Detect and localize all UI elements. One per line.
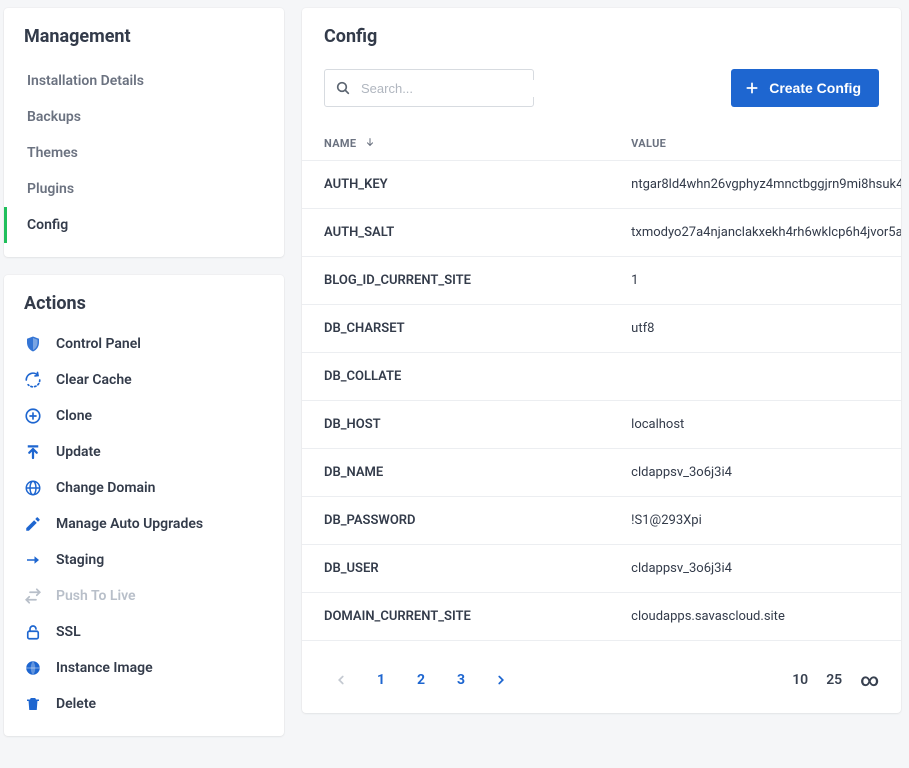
action-change-domain[interactable]: Change Domain (4, 470, 284, 506)
table-row[interactable]: DB_CHARSETutf8 (302, 305, 901, 353)
page-size-10[interactable]: 10 (792, 672, 808, 688)
cell-name: DB_PASSWORD (302, 497, 609, 545)
page-size-25[interactable]: 25 (826, 672, 842, 688)
action-control-panel[interactable]: Control Panel (4, 326, 284, 362)
action-instance-image[interactable]: Instance Image (4, 650, 284, 686)
action-clone[interactable]: Clone (4, 398, 284, 434)
table-scroll[interactable]: NAME VALUE AUTH_KEYntgar8ld4whn26vgphyz4… (302, 127, 901, 713)
cell-name: DB_HOST (302, 401, 609, 449)
lock-icon (24, 623, 42, 641)
management-card: Management Installation DetailsBackupsTh… (4, 8, 284, 257)
cell-name: AUTH_SALT (302, 209, 609, 257)
create-config-label: Create Config (769, 80, 861, 96)
action-label: Clone (56, 408, 92, 424)
sidebar-item-backups[interactable]: Backups (4, 99, 284, 135)
action-push-to-live: Push To Live (4, 578, 284, 614)
table-row[interactable]: AUTH_SALTtxmodyo27a4njanclakxekh4rh6wklc… (302, 209, 901, 257)
action-update[interactable]: Update (4, 434, 284, 470)
cell-value: localhost (609, 401, 901, 449)
action-label: Control Panel (56, 336, 141, 352)
actions-card: Actions Control Panel Clear Cache Clone Upd… (4, 275, 284, 736)
col-value[interactable]: VALUE (609, 127, 901, 161)
table-row[interactable]: DB_COLLATE (302, 353, 901, 401)
trash-icon (24, 695, 42, 713)
action-label: Clear Cache (56, 372, 132, 388)
toolbar: Create Config (302, 63, 901, 127)
action-label: Push To Live (56, 588, 136, 604)
cell-name: BLOG_ID_CURRENT_SITE (302, 257, 609, 305)
table-row[interactable]: DOMAIN_CURRENT_SITEcloudapps.savascloud.… (302, 593, 901, 641)
page-title: Config (302, 8, 901, 63)
sidebar-item-installation-details[interactable]: Installation Details (4, 63, 284, 99)
cell-value: ntgar8ld4whn26vgphyz4mnctbggjrn9mi8hsuk4… (609, 161, 901, 209)
sidebar-item-themes[interactable]: Themes (4, 135, 284, 171)
circle-plus-icon (24, 407, 42, 425)
cell-name: DB_COLLATE (302, 353, 609, 401)
action-ssl[interactable]: SSL (4, 614, 284, 650)
globe-solid-icon (24, 659, 42, 677)
management-title: Management (4, 8, 284, 55)
page-1[interactable]: 1 (364, 663, 398, 697)
refresh-icon (24, 371, 42, 389)
action-label: Update (56, 444, 101, 460)
sidebar-item-plugins[interactable]: Plugins (4, 171, 284, 207)
action-label: SSL (56, 624, 81, 640)
page-3[interactable]: 3 (444, 663, 478, 697)
action-manage-auto-upgrades[interactable]: Manage Auto Upgrades (4, 506, 284, 542)
action-clear-cache[interactable]: Clear Cache (4, 362, 284, 398)
globe-icon (24, 479, 42, 497)
action-delete[interactable]: Delete (4, 686, 284, 722)
action-label: Instance Image (56, 660, 153, 676)
page-size-selector: 10 25 ∞ (792, 670, 879, 691)
cell-name: AUTH_KEY (302, 161, 609, 209)
cell-value: !S1@293Xpi (609, 497, 901, 545)
management-nav: Installation DetailsBackupsThemesPlugins… (4, 55, 284, 257)
cell-value: cldappsv_3o6j3i4 (609, 449, 901, 497)
cell-value: cldappsv_3o6j3i4 (609, 545, 901, 593)
plus-icon (745, 81, 759, 95)
swap-icon (24, 587, 42, 605)
col-name[interactable]: NAME (302, 127, 609, 161)
search-field[interactable] (324, 69, 534, 107)
table-row[interactable]: BLOG_ID_CURRENT_SITE1 (302, 257, 901, 305)
config-table: NAME VALUE AUTH_KEYntgar8ld4whn26vgphyz4… (302, 127, 901, 641)
action-label: Delete (56, 696, 96, 712)
create-config-button[interactable]: Create Config (731, 69, 879, 107)
page-size-all[interactable]: ∞ (860, 670, 879, 691)
pencil-icon (24, 515, 42, 533)
cell-value: txmodyo27a4njanclakxekh4rh6wklcp6h4jvor5… (609, 209, 901, 257)
cell-value: cloudapps.savascloud.site (609, 593, 901, 641)
action-label: Staging (56, 552, 104, 568)
cell-name: DB_CHARSET (302, 305, 609, 353)
table-row[interactable]: DB_USERcldappsv_3o6j3i4 (302, 545, 901, 593)
search-icon (335, 80, 351, 96)
cell-value (609, 353, 901, 401)
cell-value: utf8 (609, 305, 901, 353)
shield-icon (24, 335, 42, 353)
actions-list: Control Panel Clear Cache Clone Update Chang… (4, 322, 284, 736)
cell-value: 1 (609, 257, 901, 305)
page-next[interactable] (484, 663, 518, 697)
config-panel: Config Create Config (302, 8, 901, 713)
sort-arrow-icon (365, 137, 375, 150)
table-footer: 123 10 25 ∞ (302, 653, 901, 707)
cell-name: DOMAIN_CURRENT_SITE (302, 593, 609, 641)
upload-icon (24, 443, 42, 461)
action-staging[interactable]: Staging (4, 542, 284, 578)
cell-name: DB_NAME (302, 449, 609, 497)
search-input[interactable] (359, 80, 539, 97)
actions-title: Actions (4, 275, 284, 322)
page-2[interactable]: 2 (404, 663, 438, 697)
cell-name: DB_USER (302, 545, 609, 593)
table-row[interactable]: DB_HOSTlocalhost (302, 401, 901, 449)
table-row[interactable]: DB_NAMEcldappsv_3o6j3i4 (302, 449, 901, 497)
pagination: 123 (324, 663, 518, 697)
page-prev (324, 663, 358, 697)
arrow-right-icon (24, 551, 42, 569)
action-label: Manage Auto Upgrades (56, 516, 203, 532)
table-row[interactable]: DB_PASSWORD!S1@293Xpi (302, 497, 901, 545)
table-row[interactable]: AUTH_KEYntgar8ld4whn26vgphyz4mnctbggjrn9… (302, 161, 901, 209)
sidebar-item-config[interactable]: Config (4, 207, 284, 243)
action-label: Change Domain (56, 480, 155, 496)
